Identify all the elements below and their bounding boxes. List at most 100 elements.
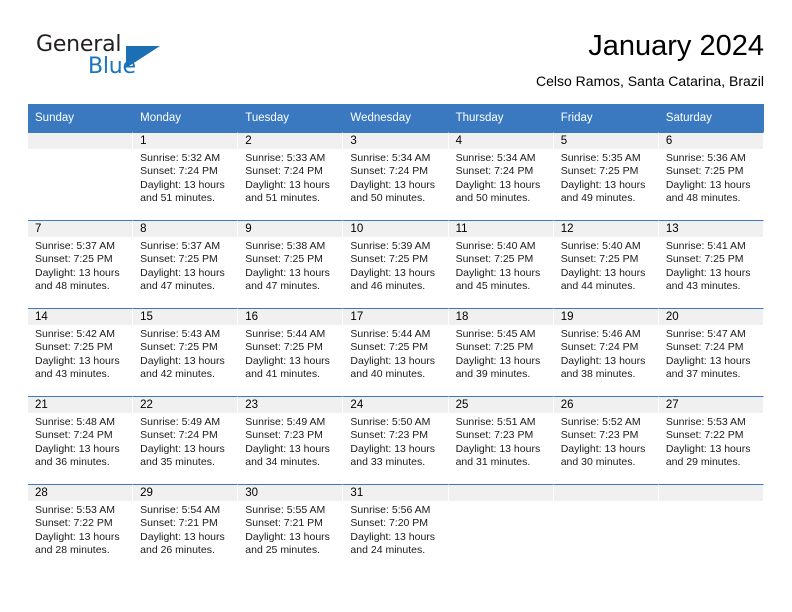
- weekday-header-tuesday: Tuesday: [238, 104, 344, 132]
- day-details: Sunrise: 5:46 AM Sunset: 7:24 PM Daylight:…: [554, 325, 658, 382]
- sunset-text: Sunset: 7:23 PM: [560, 429, 639, 442]
- calendar-day: 3 Sunrise: 5:34 AM Sunset: 7:24 PM Daylight…: [343, 132, 449, 220]
- calendar-day-cell[interactable]: 21 Sunrise: 5:48 AM Sunset: 7:24 PM Dayligh…: [28, 396, 134, 484]
- day-number: [28, 133, 133, 149]
- daylight-text-line1: Daylight: 13 hours: [455, 442, 541, 455]
- daylight-text-line2: and 28 minutes.: [35, 544, 110, 557]
- daylight-text-line1: Daylight: 13 hours: [140, 178, 225, 191]
- sunset-text: Sunset: 7:24 PM: [560, 341, 639, 354]
- sunset-text: Sunset: 7:25 PM: [455, 341, 534, 354]
- calendar-day-cell[interactable]: 15 Sunrise: 5:43 AM Sunset: 7:25 PM Dayligh…: [133, 308, 239, 396]
- calendar-day: 5 Sunrise: 5:35 AM Sunset: 7:25 PM Daylight…: [553, 132, 659, 220]
- calendar-day-cell[interactable]: 13 Sunrise: 5:41 AM Sunset: 7:25 PM Dayligh…: [658, 220, 764, 308]
- day-details: Sunrise: 5:56 AM Sunset: 7:20 PM Daylight:…: [343, 501, 447, 558]
- sunrise-text: Sunrise: 5:37 AM: [35, 240, 115, 252]
- day-details: Sunrise: 5:40 AM Sunset: 7:25 PM Daylight:…: [554, 237, 658, 294]
- day-number: 28: [28, 485, 133, 501]
- day-details: Sunrise: 5:38 AM Sunset: 7:25 PM Daylight:…: [238, 237, 342, 294]
- daylight-text-line1: Daylight: 13 hours: [35, 442, 120, 455]
- calendar-day-cell[interactable]: 24 Sunrise: 5:50 AM Sunset: 7:23 PM Dayligh…: [343, 396, 449, 484]
- calendar-day: 4 Sunrise: 5:34 AM Sunset: 7:24 PM Daylight…: [448, 132, 554, 220]
- day-details: Sunrise: 5:37 AM Sunset: 7:25 PM Daylight:…: [28, 237, 132, 294]
- calendar-day-cell[interactable]: 3 Sunrise: 5:34 AM Sunset: 7:24 PM Daylight…: [343, 132, 449, 220]
- calendar-day-cell[interactable]: 23 Sunrise: 5:49 AM Sunset: 7:23 PM Dayligh…: [238, 396, 344, 484]
- page-subtitle: Celso Ramos, Santa Catarina, Brazil: [536, 73, 764, 89]
- calendar-day-cell[interactable]: 11 Sunrise: 5:40 AM Sunset: 7:25 PM Dayligh…: [448, 220, 554, 308]
- daylight-text-line2: and 33 minutes.: [350, 456, 426, 469]
- day-details: Sunrise: 5:51 AM Sunset: 7:23 PM Daylight:…: [449, 413, 553, 470]
- sunrise-text: Sunrise: 5:32 AM: [140, 152, 221, 164]
- calendar-day-cell[interactable]: 8 Sunrise: 5:37 AM Sunset: 7:25 PM Daylight…: [133, 220, 239, 308]
- calendar-day-cell[interactable]: 12 Sunrise: 5:40 AM Sunset: 7:25 PM Dayligh…: [553, 220, 659, 308]
- daylight-text-line1: Daylight: 13 hours: [140, 530, 225, 543]
- daylight-text-line2: and 50 minutes.: [455, 192, 531, 205]
- calendar-day-cell[interactable]: 1 Sunrise: 5:32 AM Sunset: 7:24 PM Daylight…: [133, 132, 239, 220]
- daylight-text-line2: and 46 minutes.: [350, 280, 426, 293]
- calendar-day-cell[interactable]: 17 Sunrise: 5:44 AM Sunset: 7:25 PM Dayligh…: [343, 308, 449, 396]
- daylight-text-line1: Daylight: 13 hours: [245, 530, 330, 543]
- calendar-day-cell[interactable]: 16 Sunrise: 5:44 AM Sunset: 7:25 PM Dayligh…: [238, 308, 344, 396]
- calendar-day-cell[interactable]: 25 Sunrise: 5:51 AM Sunset: 7:23 PM Dayligh…: [448, 396, 554, 484]
- calendar-day-cell[interactable]: 22 Sunrise: 5:49 AM Sunset: 7:24 PM Dayligh…: [133, 396, 239, 484]
- calendar-day-cell[interactable]: 10 Sunrise: 5:39 AM Sunset: 7:25 PM Dayligh…: [343, 220, 449, 308]
- sunrise-text: Sunrise: 5:34 AM: [350, 152, 431, 164]
- daylight-text-line2: and 35 minutes.: [140, 456, 215, 469]
- calendar-day-cell[interactable]: 6 Sunrise: 5:36 AM Sunset: 7:25 PM Daylight…: [658, 132, 764, 220]
- day-details: [28, 149, 132, 152]
- calendar-day: 9 Sunrise: 5:38 AM Sunset: 7:25 PM Daylight…: [238, 220, 344, 308]
- sunrise-text: Sunrise: 5:43 AM: [140, 328, 221, 340]
- calendar-day-cell[interactable]: 18 Sunrise: 5:45 AM Sunset: 7:25 PM Dayligh…: [448, 308, 554, 396]
- day-number: 25: [448, 397, 553, 413]
- calendar-day-cell[interactable]: 19 Sunrise: 5:46 AM Sunset: 7:24 PM Dayligh…: [553, 308, 659, 396]
- calendar-day-cell[interactable]: 14 Sunrise: 5:42 AM Sunset: 7:25 PM Dayligh…: [28, 308, 134, 396]
- logo-text-blue: Blue: [88, 54, 136, 79]
- sunrise-text: Sunrise: 5:44 AM: [350, 328, 431, 340]
- calendar-day-cell[interactable]: 27 Sunrise: 5:53 AM Sunset: 7:22 PM Dayligh…: [658, 396, 764, 484]
- calendar-week-row: 1 Sunrise: 5:32 AM Sunset: 7:24 PM Daylight…: [28, 132, 764, 220]
- calendar-day-cell[interactable]: 7 Sunrise: 5:37 AM Sunset: 7:25 PM Daylight…: [28, 220, 134, 308]
- calendar-day-empty: [553, 484, 659, 572]
- calendar-day-cell[interactable]: 26 Sunrise: 5:52 AM Sunset: 7:23 PM Dayligh…: [553, 396, 659, 484]
- sunrise-text: Sunrise: 5:50 AM: [350, 416, 431, 428]
- day-number: [448, 485, 553, 501]
- day-number: 9: [238, 221, 343, 237]
- daylight-text-line1: Daylight: 13 hours: [665, 442, 751, 455]
- sunrise-text: Sunrise: 5:55 AM: [245, 504, 326, 516]
- calendar-day-cell[interactable]: 2 Sunrise: 5:33 AM Sunset: 7:24 PM Daylight…: [238, 132, 344, 220]
- sunrise-text: Sunrise: 5:39 AM: [350, 240, 431, 252]
- sunset-text: Sunset: 7:24 PM: [140, 429, 218, 442]
- sunset-text: Sunset: 7:25 PM: [350, 341, 429, 354]
- calendar-day-cell[interactable]: 20 Sunrise: 5:47 AM Sunset: 7:24 PM Dayligh…: [658, 308, 764, 396]
- day-number: 3: [343, 133, 448, 149]
- sunset-text: Sunset: 7:25 PM: [560, 253, 639, 266]
- sunrise-text: Sunrise: 5:49 AM: [140, 416, 221, 428]
- calendar-day-cell[interactable]: 31 Sunrise: 5:56 AM Sunset: 7:20 PM Dayligh…: [343, 484, 449, 572]
- calendar-day: 19 Sunrise: 5:46 AM Sunset: 7:24 PM Dayligh…: [553, 308, 659, 396]
- day-number: [658, 485, 763, 501]
- calendar-day-cell[interactable]: 28 Sunrise: 5:53 AM Sunset: 7:22 PM Dayligh…: [28, 484, 134, 572]
- calendar-day-cell[interactable]: 4 Sunrise: 5:34 AM Sunset: 7:24 PM Daylight…: [448, 132, 554, 220]
- sunset-text: Sunset: 7:25 PM: [35, 341, 113, 354]
- weekday-header-wednesday: Wednesday: [343, 104, 449, 132]
- day-number: 24: [343, 397, 448, 413]
- sunrise-text: Sunrise: 5:44 AM: [245, 328, 326, 340]
- calendar-day-cell[interactable]: 5 Sunrise: 5:35 AM Sunset: 7:25 PM Daylight…: [553, 132, 659, 220]
- sunrise-text: Sunrise: 5:41 AM: [665, 240, 746, 252]
- calendar-day-cell[interactable]: 30 Sunrise: 5:55 AM Sunset: 7:21 PM Dayligh…: [238, 484, 344, 572]
- calendar-day-empty: [28, 132, 134, 220]
- daylight-text-line1: Daylight: 13 hours: [245, 178, 330, 191]
- sunrise-text: Sunrise: 5:46 AM: [560, 328, 641, 340]
- day-number: 27: [658, 397, 763, 413]
- day-details: Sunrise: 5:44 AM Sunset: 7:25 PM Daylight:…: [343, 325, 447, 382]
- calendar-day: 15 Sunrise: 5:43 AM Sunset: 7:25 PM Dayligh…: [133, 308, 239, 396]
- day-number: 20: [658, 309, 763, 325]
- calendar-day-cell[interactable]: 9 Sunrise: 5:38 AM Sunset: 7:25 PM Daylight…: [238, 220, 344, 308]
- calendar-day-cell[interactable]: 29 Sunrise: 5:54 AM Sunset: 7:21 PM Dayligh…: [133, 484, 239, 572]
- day-number: 30: [238, 485, 343, 501]
- weekday-header-sunday: Sunday: [28, 104, 134, 132]
- sunrise-text: Sunrise: 5:52 AM: [560, 416, 641, 428]
- general-blue-logo[interactable]: General Blue: [28, 32, 208, 88]
- daylight-text-line1: Daylight: 13 hours: [665, 178, 751, 191]
- calendar-day-cell: [28, 132, 134, 220]
- sunset-text: Sunset: 7:24 PM: [245, 165, 323, 178]
